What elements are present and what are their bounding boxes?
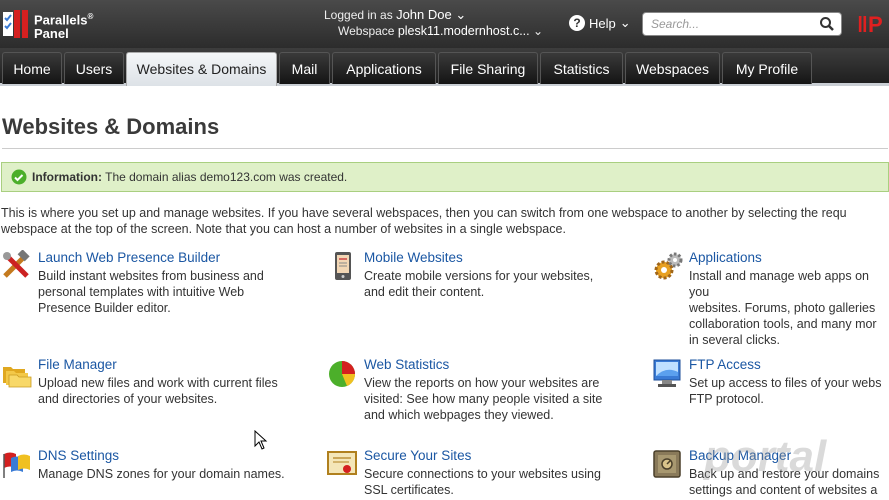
feature-description: View the reports on how your websites ar… <box>364 375 602 423</box>
mouse-pointer-icon <box>254 430 268 450</box>
feature-description: Secure connections to your websites usin… <box>364 466 601 498</box>
feature-ftp-access: FTP Access Set up access to files of you… <box>652 357 889 417</box>
flags-icon <box>3 452 30 478</box>
brand-mark: ‖P <box>857 12 883 37</box>
feature-dns-settings: DNS Settings Manage DNS zones for your d… <box>1 448 321 488</box>
watermark: portal <box>704 432 827 481</box>
feature-title[interactable]: Secure Your Sites <box>364 448 471 463</box>
desc-line: Install and manage web apps on you <box>689 269 869 299</box>
ftp-icon <box>653 359 681 387</box>
feature-secure-your-sites: Secure Your Sites Secure connections to … <box>327 448 647 498</box>
feature-title[interactable]: Web Statistics <box>364 357 449 372</box>
feature-title[interactable]: Applications <box>689 250 762 265</box>
desc-line: and edit their content. <box>364 285 485 299</box>
main-tabs: Home Users Websites & Domains Mail Appli… <box>0 48 889 86</box>
info-message: Information: The domain alias demo123.co… <box>1 162 889 192</box>
desc-line: and directories of your websites. <box>38 392 218 406</box>
parallels-logo[interactable]: Parallels® Panel <box>0 7 110 41</box>
help-label: Help <box>589 15 616 31</box>
desc-line: Secure connections to your websites usin… <box>364 467 601 481</box>
desc-line: Build instant websites from business and <box>38 269 264 283</box>
feature-title[interactable]: FTP Access <box>689 357 761 372</box>
search-input[interactable]: Search... <box>642 12 842 36</box>
feature-description: Manage DNS zones for your domain names. <box>38 466 285 482</box>
desc-line: Upload new files and work with current f… <box>38 376 278 390</box>
user-name: John Doe <box>396 7 452 22</box>
title-divider <box>2 148 888 149</box>
logo-text: Parallels® Panel <box>34 12 94 42</box>
feature-title[interactable]: File Manager <box>38 357 117 372</box>
desc-line: Manage DNS zones for your domain names. <box>38 467 285 481</box>
chevron-down-icon: ⌄ <box>532 24 544 38</box>
folders-icon <box>3 367 32 388</box>
tab-my-profile[interactable]: My Profile <box>722 52 812 84</box>
help-icon: ? <box>569 15 585 31</box>
feature-title[interactable]: Launch Web Presence Builder <box>38 250 220 265</box>
user-menu[interactable]: John Doe ⌄ <box>396 7 466 22</box>
webspace-selector[interactable]: Webspace plesk11.modernhost.c... ⌄ <box>338 24 543 38</box>
feature-description: Set up access to files of your webs FTP … <box>689 375 881 407</box>
top-header: Parallels® Panel Logged in as John Doe ⌄… <box>0 0 889 48</box>
tab-webspaces[interactable]: Webspaces <box>625 52 720 84</box>
logo-line2: Panel <box>34 26 69 42</box>
desc-line: collaboration tools, and many mor <box>689 317 877 331</box>
page-title: Websites & Domains <box>2 114 220 139</box>
desc-line: View the reports on how your websites ar… <box>364 376 600 390</box>
desc-line: Set up access to files of your webs <box>689 376 882 390</box>
intro-text: This is where you set up and manage webs… <box>1 205 889 237</box>
feature-web-statistics: Web Statistics View the reports on how y… <box>327 357 647 427</box>
desc-line: Create mobile versions for your websites… <box>364 269 594 283</box>
logo-line1: Parallels <box>34 12 88 28</box>
tab-home[interactable]: Home <box>2 52 62 84</box>
feature-title[interactable]: Mobile Websites <box>364 250 463 265</box>
desc-line: settings and content of websites a <box>689 483 878 497</box>
search-icon[interactable] <box>819 16 835 32</box>
logged-in-label: Logged in as <box>324 8 393 22</box>
gears-icon <box>654 252 683 280</box>
tab-mail[interactable]: Mail <box>279 52 330 84</box>
intro-line-1: This is where you set up and manage webs… <box>1 206 847 220</box>
help-menu[interactable]: ? Help ⌄ <box>569 15 631 31</box>
desc-line: and which webpages they viewed. <box>364 408 554 422</box>
chevron-down-icon: ⌄ <box>619 15 631 30</box>
desc-line: SSL certificates. <box>364 483 454 497</box>
success-check-icon <box>11 169 27 185</box>
desc-line: websites. Forums, photo galleries <box>689 301 876 315</box>
tab-users[interactable]: Users <box>64 52 124 84</box>
info-text: The domain alias demo123.com was created… <box>105 170 348 184</box>
feature-description: Build instant websites from business and… <box>38 268 264 316</box>
mobile-icon <box>335 252 351 280</box>
tools-icon <box>3 250 30 278</box>
feature-web-presence-builder: Launch Web Presence Builder Build instan… <box>1 250 321 330</box>
tab-statistics[interactable]: Statistics <box>540 52 623 84</box>
safe-icon <box>653 450 681 478</box>
tab-websites-domains[interactable]: Websites & Domains <box>126 52 277 86</box>
feature-applications: Applications Install and manage web apps… <box>652 250 889 347</box>
desc-line: personal templates with intuitive Web <box>38 285 245 299</box>
tab-file-sharing[interactable]: File Sharing <box>438 52 538 84</box>
feature-description: Upload new files and work with current f… <box>38 375 278 407</box>
info-label: Information: <box>32 170 102 184</box>
tab-applications[interactable]: Applications <box>332 52 436 84</box>
chevron-down-icon: ⌄ <box>455 7 467 22</box>
logged-in-info: Logged in as John Doe ⌄ <box>324 7 466 23</box>
intro-line-2: webspace at the top of the screen. Note … <box>1 222 566 236</box>
desc-line: visited: See how many people visited a s… <box>364 392 603 406</box>
feature-description: Install and manage web apps on you websi… <box>689 268 889 348</box>
desc-line: in several clicks. <box>689 333 780 347</box>
pie-chart-icon <box>329 361 355 387</box>
certificate-icon <box>327 451 357 475</box>
feature-title[interactable]: DNS Settings <box>38 448 119 463</box>
desc-line: FTP protocol. <box>689 392 764 406</box>
webspace-label: Webspace <box>338 24 395 38</box>
feature-file-manager: File Manager Upload new files and work w… <box>1 357 321 417</box>
feature-mobile-websites: Mobile Websites Create mobile versions f… <box>327 250 647 330</box>
parallels-logo-icon <box>3 10 28 38</box>
feature-description: Create mobile versions for your websites… <box>364 268 593 300</box>
desc-line: Presence Builder editor. <box>38 301 171 315</box>
webspace-value: plesk11.modernhost.c... <box>397 24 530 38</box>
